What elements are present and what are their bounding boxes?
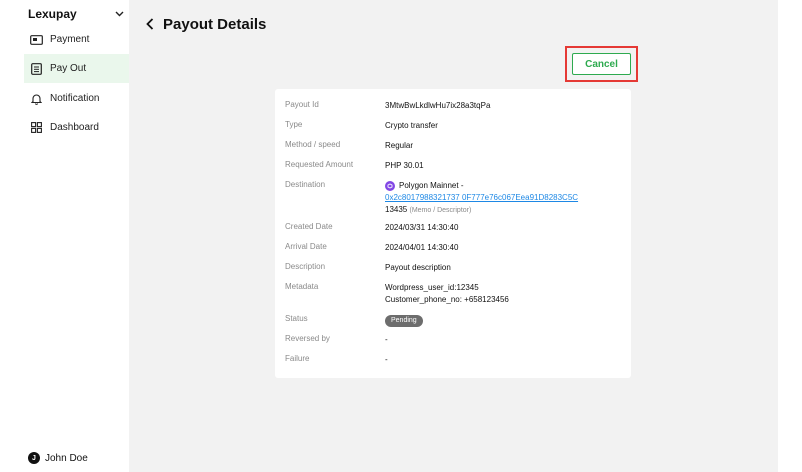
- sidebar-item-label: Notification: [50, 93, 100, 104]
- destination-memo: 13435: [385, 205, 408, 214]
- payout-details-card: Payout Id 3MtwBwLkdlwHu7ix28a3tqPa Type …: [275, 89, 631, 378]
- metadata-line: Wordpress_user_id:12345: [385, 283, 479, 292]
- sidebar-item-label: Payment: [50, 34, 90, 45]
- dashboard-icon: [30, 121, 43, 134]
- detail-value: 2024/04/01 14:30:40: [385, 243, 459, 252]
- user-profile[interactable]: J John Doe: [28, 451, 88, 465]
- detail-value: PHP 30.01: [385, 161, 424, 170]
- payment-icon: [30, 33, 43, 46]
- bell-icon: [30, 92, 43, 105]
- right-margin: [778, 0, 802, 472]
- chevron-down-icon[interactable]: [114, 9, 124, 19]
- main-content: Payout Details Cancel Payout Id 3MtwBwLk…: [129, 0, 778, 472]
- destination-value: Polygon Mainnet - 0x2c8017988321737 0F77…: [385, 180, 623, 217]
- detail-value: -: [385, 335, 388, 344]
- back-arrow-icon[interactable]: [144, 16, 156, 32]
- sidebar-item-payment[interactable]: Payment: [24, 25, 129, 54]
- avatar: J: [28, 452, 40, 464]
- detail-label: Metadata: [285, 282, 319, 291]
- metadata-line: Customer_phone_no: +658123456: [385, 295, 509, 304]
- status-value: Pending: [385, 314, 623, 327]
- detail-value: 2024/03/31 14:30:40: [385, 223, 459, 232]
- detail-label: Destination: [285, 180, 326, 189]
- sidebar-item-label: Pay Out: [50, 63, 87, 74]
- polygon-network-icon: [385, 180, 395, 191]
- detail-label: Failure: [285, 354, 310, 363]
- detail-value: -: [385, 355, 388, 364]
- detail-value: Payout description: [385, 263, 451, 272]
- detail-value: Regular: [385, 141, 414, 150]
- detail-label: Description: [285, 262, 326, 271]
- metadata-value: Wordpress_user_id:12345 Customer_phone_n…: [385, 282, 623, 306]
- detail-label: Method / speed: [285, 140, 341, 149]
- sidebar: Lexupay Payment Pay Out Notification Das…: [0, 0, 129, 472]
- brand-name: Lexupay: [28, 7, 77, 21]
- page-header: Payout Details: [144, 14, 266, 34]
- detail-value: Crypto transfer: [385, 121, 438, 130]
- detail-label: Arrival Date: [285, 242, 327, 251]
- sidebar-item-payout[interactable]: Pay Out: [24, 54, 129, 83]
- page-title: Payout Details: [163, 15, 267, 33]
- sidebar-item-label: Dashboard: [50, 122, 99, 133]
- sidebar-item-notification[interactable]: Notification: [24, 84, 129, 113]
- cancel-highlight-box: Cancel: [565, 46, 638, 82]
- detail-label: Created Date: [285, 222, 333, 231]
- detail-label: Payout Id: [285, 100, 319, 109]
- detail-label: Status: [285, 314, 308, 323]
- detail-value: 3MtwBwLkdlwHu7ix28a3tqPa: [385, 101, 491, 110]
- user-name: John Doe: [45, 452, 88, 464]
- brand-switcher[interactable]: Lexupay: [28, 6, 124, 22]
- detail-label: Reversed by: [285, 334, 330, 343]
- cancel-button[interactable]: Cancel: [572, 53, 631, 75]
- memo-hint: (Memo / Descriptor): [409, 207, 472, 214]
- destination-network: Polygon Mainnet -: [399, 181, 464, 190]
- destination-address-link[interactable]: 0x2c8017988321737 0F777e76c067Eea91D8283…: [385, 193, 578, 202]
- detail-label: Type: [285, 120, 303, 129]
- detail-label: Requested Amount: [285, 160, 354, 169]
- status-badge: Pending: [385, 315, 423, 327]
- payout-icon: [30, 62, 43, 75]
- sidebar-item-dashboard[interactable]: Dashboard: [24, 113, 129, 142]
